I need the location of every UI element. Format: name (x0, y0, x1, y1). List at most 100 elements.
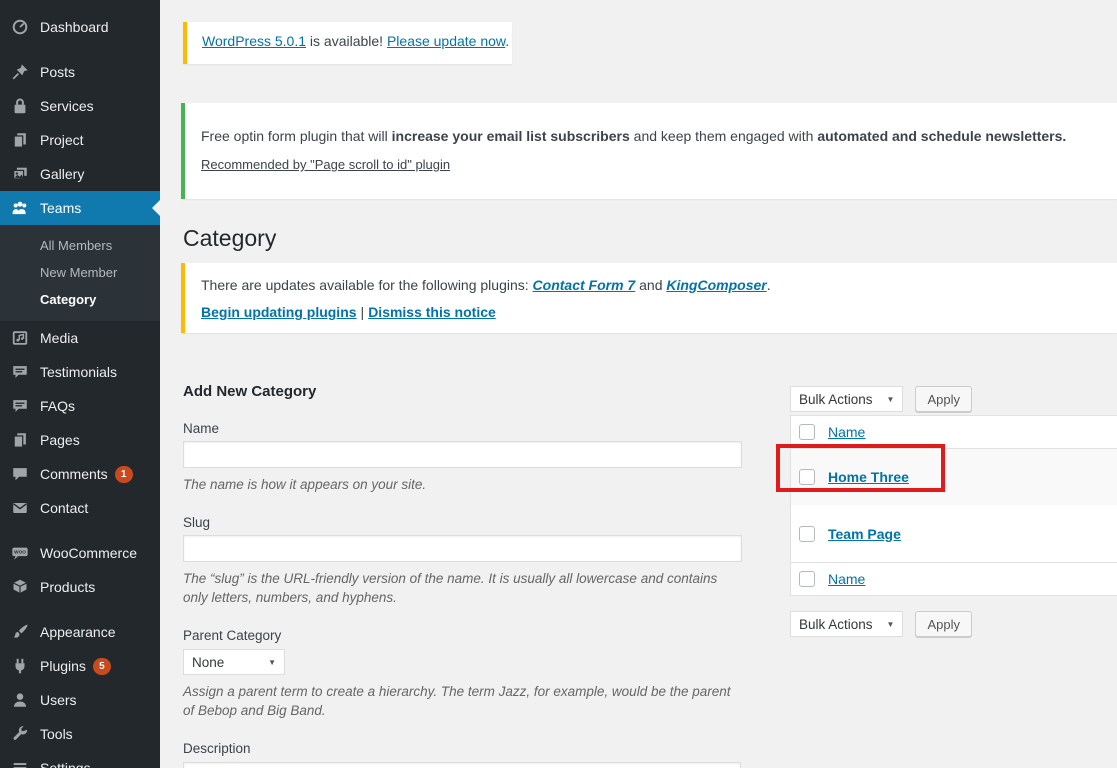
parent-category-selected-value: None (192, 655, 224, 670)
admin-sidebar: Dashboard Posts Services Project (0, 0, 160, 768)
category-slug-input[interactable] (183, 535, 742, 562)
sidebar-item-label: Settings (40, 760, 91, 768)
sidebar-item-label: Pages (40, 432, 80, 448)
testimonial-bubble-icon (9, 362, 31, 382)
recommended-by-link[interactable]: Recommended by "Page scroll to id" plugi… (201, 157, 450, 172)
sidebar-item-testimonials[interactable]: Testimonials (0, 355, 160, 389)
box-cube-icon (9, 577, 31, 597)
category-name-input[interactable] (183, 441, 742, 468)
sidebar-item-woocommerce[interactable]: WOO WooCommerce (0, 536, 160, 570)
category-description-textarea[interactable] (183, 762, 741, 768)
update-notice-period: . (505, 33, 509, 49)
table-row-home-three: Home Three (791, 449, 1117, 505)
sidebar-item-appearance[interactable]: Appearance (0, 615, 160, 649)
sidebar-item-plugins[interactable]: Plugins 5 (0, 649, 160, 683)
sidebar-item-label: WooCommerce (40, 545, 137, 561)
category-link-home-three[interactable]: Home Three (828, 469, 909, 485)
optin-plugin-notice: Free optin form plugin that will increas… (181, 103, 1117, 199)
sidebar-item-products[interactable]: Products (0, 570, 160, 604)
select-all-checkbox[interactable] (799, 424, 815, 440)
select-all-checkbox[interactable] (799, 571, 815, 587)
bulk-actions-select[interactable]: Bulk Actions ▼ (790, 386, 903, 412)
name-help-text: The name is how it appears on your site. (183, 475, 742, 494)
sidebar-item-comments[interactable]: Comments 1 (0, 457, 160, 491)
sidebar-item-posts[interactable]: Posts (0, 55, 160, 89)
apply-button[interactable]: Apply (915, 386, 972, 412)
sidebar-item-faqs[interactable]: FAQs (0, 389, 160, 423)
wordpress-version-link[interactable]: WordPress 5.0.1 (202, 33, 306, 49)
plugin-updates-text-part: and (635, 277, 666, 293)
dismiss-notice-link[interactable]: Dismiss this notice (368, 304, 496, 320)
dashboard-icon (9, 17, 31, 37)
sidebar-item-dashboard[interactable]: Dashboard (0, 10, 160, 44)
plugin-updates-text-part: There are updates available for the foll… (201, 277, 533, 293)
row-checkbox[interactable] (799, 526, 815, 542)
sidebar-item-users[interactable]: Users (0, 683, 160, 717)
submenu-item-category[interactable]: Category (0, 286, 160, 313)
lock-icon (9, 96, 31, 116)
parent-help-text: Assign a parent term to create a hierarc… (183, 682, 742, 720)
sidebar-item-label: Users (40, 692, 77, 708)
sidebar-item-label: Tools (40, 726, 73, 742)
wordpress-update-notice: WordPress 5.0.1 is available! Please upd… (183, 22, 512, 64)
sidebar-item-settings[interactable]: Settings (0, 751, 160, 768)
sidebar-item-teams[interactable]: Teams (0, 191, 160, 225)
bulk-actions-selected-value: Bulk Actions (799, 617, 873, 632)
description-label: Description (183, 741, 742, 756)
pages-icon (9, 430, 31, 450)
admin-content: WordPress 5.0.1 is available! Please upd… (160, 0, 1117, 768)
envelope-icon (9, 498, 31, 518)
sidebar-item-label: Teams (40, 200, 81, 216)
sidebar-item-media[interactable]: Media (0, 321, 160, 355)
sidebar-item-tools[interactable]: Tools (0, 717, 160, 751)
sidebar-item-label: Dashboard (40, 19, 109, 35)
sidebar-item-label: Appearance (40, 624, 116, 640)
bulk-actions-selected-value: Bulk Actions (799, 392, 873, 407)
submenu-item-all-members[interactable]: All Members (0, 232, 160, 259)
apply-button[interactable]: Apply (915, 611, 972, 637)
gallery-icon (9, 164, 31, 184)
parent-category-label: Parent Category (183, 628, 742, 643)
page-title: Category (183, 224, 276, 253)
update-notice-text: is available! (306, 33, 387, 49)
sidebar-item-services[interactable]: Services (0, 89, 160, 123)
people-icon (9, 198, 31, 218)
submenu-item-new-member[interactable]: New Member (0, 259, 160, 286)
bulk-actions-select[interactable]: Bulk Actions ▼ (790, 611, 903, 637)
list-toolbar-top: Bulk Actions ▼ Apply (790, 386, 972, 412)
name-column-header[interactable]: Name (828, 424, 865, 440)
kingcomposer-link[interactable]: KingComposer (666, 277, 766, 293)
table-header-row: Name (791, 416, 1117, 449)
menu-separator (0, 44, 160, 55)
sidebar-item-label: FAQs (40, 398, 75, 414)
row-checkbox[interactable] (799, 469, 815, 485)
sidebar-item-label: Media (40, 330, 78, 346)
svg-text:WOO: WOO (14, 550, 26, 555)
sidebar-item-contact[interactable]: Contact (0, 491, 160, 525)
sidebar-item-label: Products (40, 579, 95, 595)
name-column-footer[interactable]: Name (828, 571, 865, 587)
sidebar-item-gallery[interactable]: Gallery (0, 157, 160, 191)
link-separator: | (361, 304, 365, 320)
sidebar-item-pages[interactable]: Pages (0, 423, 160, 457)
begin-updating-plugins-link[interactable]: Begin updating plugins (201, 304, 357, 320)
optin-text-part: Free optin form plugin that will (201, 128, 392, 144)
document-stack-icon (9, 130, 31, 150)
sidebar-item-label: Services (40, 98, 94, 114)
category-link-team-page[interactable]: Team Page (828, 526, 901, 542)
parent-category-select[interactable]: None ▼ (183, 649, 285, 675)
sidebar-item-project[interactable]: Project (0, 123, 160, 157)
teams-submenu: All Members New Member Category (0, 225, 160, 321)
plugin-updates-period: . (767, 277, 771, 293)
optin-bold-part: automated and schedule newsletters. (817, 128, 1066, 144)
form-heading: Add New Category (183, 383, 742, 400)
faq-bubble-icon (9, 396, 31, 416)
list-toolbar-bottom: Bulk Actions ▼ Apply (790, 611, 972, 637)
sidebar-item-label: Posts (40, 64, 75, 80)
plugin-updates-text: There are updates available for the foll… (201, 277, 1101, 293)
slug-help-text: The “slug” is the URL-friendly version o… (183, 569, 742, 607)
contact-form-7-link[interactable]: Contact Form 7 (533, 277, 636, 293)
optin-bold-part: increase your email list subscribers (392, 128, 630, 144)
please-update-link[interactable]: Please update now (387, 33, 505, 49)
sidebar-item-label: Comments (40, 466, 108, 482)
